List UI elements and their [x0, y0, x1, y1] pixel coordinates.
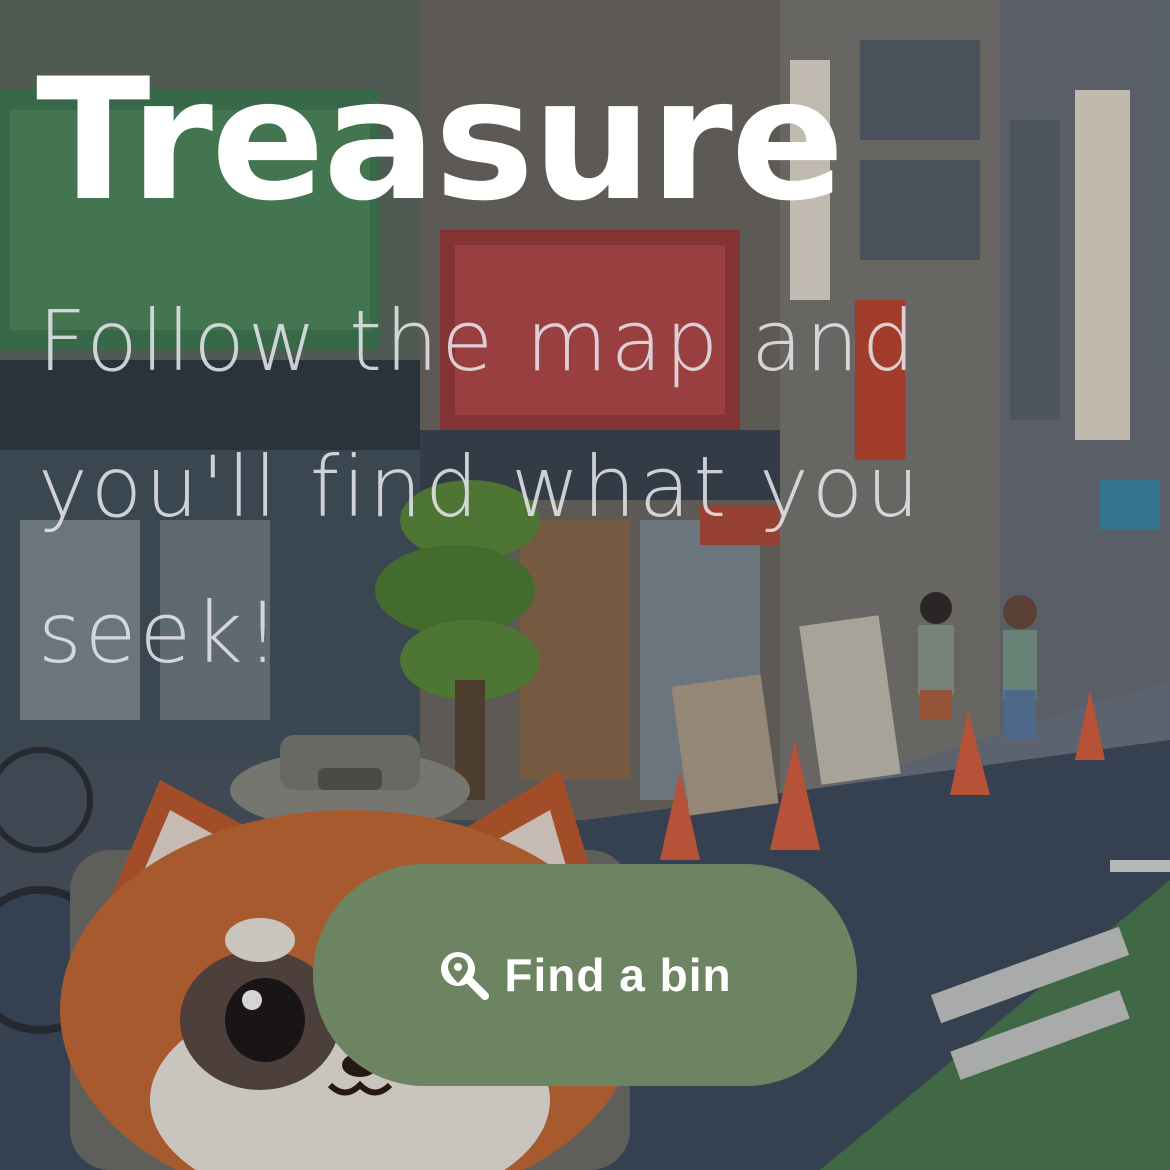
- find-a-bin-button[interactable]: Find a bin: [313, 864, 857, 1086]
- hero-screen: Treasure Follow the map and you'll find …: [0, 0, 1170, 1170]
- search-location-icon: [441, 952, 490, 1000]
- find-a-bin-label: Find a bin: [504, 949, 732, 1001]
- page-title: Treasure: [36, 42, 845, 238]
- page-subtitle: Follow the map and you'll find what you …: [38, 292, 923, 682]
